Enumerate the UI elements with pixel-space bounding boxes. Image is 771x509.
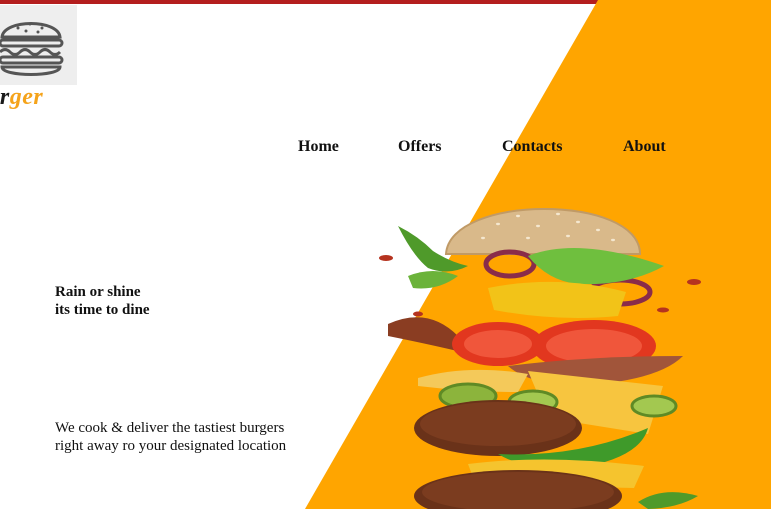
nav-home[interactable]: Home	[298, 138, 339, 156]
description-line-2: right away ro your designated location	[55, 438, 287, 454]
brand-name[interactable]: urger	[0, 84, 43, 111]
brand-name-part2: ger	[9, 84, 44, 110]
nav-about[interactable]: About	[623, 138, 666, 156]
burger-outline-icon	[0, 22, 64, 76]
hero-description: We cook & deliver the tastiest burgers r…	[55, 419, 286, 455]
tagline-line-1: Rain or shine	[55, 284, 141, 300]
logo[interactable]	[0, 5, 77, 85]
tagline-line-2: its time to dine	[55, 302, 150, 318]
main-nav: Home Offers Contacts About	[0, 138, 771, 160]
hero-tagline: Rain or shine its time to dine	[55, 283, 150, 319]
nav-contacts[interactable]: Contacts	[502, 138, 562, 156]
description-line-1: We cook & deliver the tastiest burgers	[55, 420, 285, 436]
burger-image	[379, 208, 701, 509]
brand-name-part1: ur	[0, 84, 10, 110]
nav-offers[interactable]: Offers	[398, 138, 442, 156]
